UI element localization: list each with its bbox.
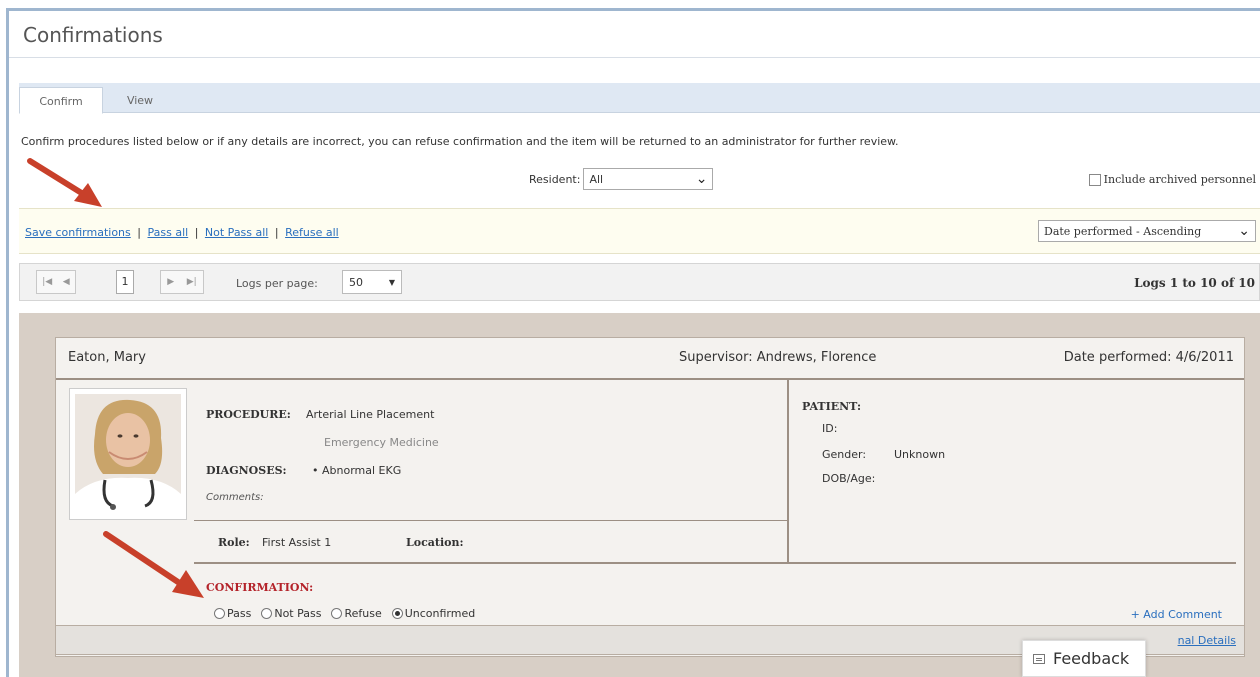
resident-name: Eaton, Mary: [68, 350, 146, 365]
location-label: Location:: [406, 536, 464, 549]
resident-photo: [69, 388, 187, 520]
log-card: Eaton, Mary Supervisor: Andrews, Florenc…: [55, 337, 1245, 657]
resident-filter: Resident: All ⌄: [529, 168, 714, 190]
procedure-specialty: Emergency Medicine: [324, 436, 439, 449]
radio-button[interactable]: [261, 608, 273, 619]
avatar: [75, 394, 181, 514]
comments-label: Comments:: [206, 492, 264, 503]
logs-count: Logs 1 to 10 of 10: [1134, 276, 1255, 290]
pass-all-link[interactable]: Pass all: [147, 226, 188, 239]
red-arrow-icon: [103, 531, 204, 598]
refuse-all-link[interactable]: Refuse all: [285, 226, 339, 239]
patient-gender-label: Gender:: [822, 448, 867, 461]
radio-label: Not Pass: [274, 607, 322, 620]
next-page-icon[interactable]: ▶: [167, 277, 174, 287]
patient-id-label: ID:: [822, 422, 838, 435]
log-card-header: Eaton, Mary Supervisor: Andrews, Florenc…: [56, 338, 1244, 380]
action-bar: Save confirmations | Pass all | Not Pass…: [19, 208, 1260, 254]
page-title: Confirmations: [23, 23, 163, 47]
separator: |: [194, 226, 199, 239]
logs-per-page-label: Logs per page:: [236, 277, 318, 290]
radio-label: Unconfirmed: [404, 607, 476, 620]
caret-down-icon: ▼: [388, 277, 395, 287]
confirmation-options: Pass Not Pass Refuse Unconfirmed: [214, 607, 475, 620]
radio-label: Refuse: [344, 607, 382, 620]
include-archived-label: Include archived personnel: [1103, 173, 1256, 186]
red-arrow-icon: [27, 158, 102, 207]
radio-not-pass[interactable]: Not Pass: [261, 607, 321, 620]
prev-page-icon[interactable]: ◀: [63, 277, 70, 287]
radio-button[interactable]: [331, 608, 343, 619]
divider: [787, 380, 789, 562]
chevron-down-icon: ⌄: [695, 171, 708, 187]
bulk-actions: Save confirmations | Pass all | Not Pass…: [25, 226, 339, 239]
radio-button-selected[interactable]: [391, 608, 403, 619]
feedback-button[interactable]: Feedback: [1022, 640, 1146, 677]
confirmation-label: CONFIRMATION:: [206, 581, 314, 594]
separator: |: [137, 226, 141, 239]
divider: [194, 562, 1236, 564]
radio-button[interactable]: [214, 608, 225, 619]
sort-select[interactable]: Date performed - Ascending ⌄: [1038, 220, 1256, 242]
diagnoses-label: DIAGNOSES:: [206, 464, 287, 477]
feedback-label: Feedback: [1053, 649, 1130, 668]
tab-bar: Confirm View: [19, 83, 1260, 114]
role-value: First Assist 1: [262, 536, 332, 549]
tab-view[interactable]: View: [115, 87, 165, 114]
intro-text: Confirm procedures listed below or if an…: [21, 135, 899, 148]
feedback-icon: [1033, 653, 1045, 664]
title-divider: [9, 57, 1260, 58]
patient-gender-value: Unknown: [894, 448, 946, 461]
procedure-label: PROCEDURE:: [206, 408, 291, 421]
radio-refuse[interactable]: Refuse: [331, 607, 382, 620]
patient-label: PATIENT:: [802, 400, 862, 413]
not-pass-all-link[interactable]: Not Pass all: [205, 226, 268, 239]
pager: |◀ ◀ 1 ▶ ▶| Logs per page: 50 ▼ Logs 1 t…: [19, 263, 1260, 301]
additional-details-link[interactable]: nal Details: [1178, 634, 1236, 647]
role-label: Role:: [218, 536, 250, 549]
sort-select-value: Date performed - Ascending: [1044, 224, 1202, 238]
diagnosis-item: • Abnormal EKG: [312, 464, 402, 477]
date-performed: Date performed: 4/6/2011: [1063, 350, 1234, 365]
resident-select-value: All: [589, 172, 604, 186]
radio-unconfirmed[interactable]: Unconfirmed: [391, 607, 476, 620]
supervisor: Supervisor: Andrews, Florence: [679, 350, 877, 365]
chevron-down-icon: ⌄: [1238, 223, 1250, 239]
first-prev-buttons[interactable]: |◀ ◀: [36, 270, 76, 294]
tab-confirm[interactable]: Confirm: [19, 87, 103, 114]
resident-select[interactable]: All ⌄: [583, 168, 714, 190]
logs-per-page-select[interactable]: 50 ▼: [342, 270, 402, 294]
logs-per-page-value: 50: [349, 275, 363, 289]
log-list: Eaton, Mary Supervisor: Andrews, Florenc…: [19, 313, 1260, 677]
patient-dob-label: DOB/Age:: [822, 472, 876, 485]
include-archived: Include archived personnel: [1088, 173, 1256, 186]
separator: |: [274, 226, 279, 239]
radio-label: Pass: [227, 607, 252, 620]
save-confirmations-link[interactable]: Save confirmations: [25, 226, 131, 239]
include-archived-checkbox[interactable]: [1088, 173, 1101, 186]
next-last-buttons[interactable]: ▶ ▶|: [160, 270, 204, 294]
last-page-icon[interactable]: ▶|: [187, 277, 197, 287]
radio-pass[interactable]: Pass: [214, 607, 251, 620]
resident-label: Resident:: [529, 172, 581, 186]
first-page-icon[interactable]: |◀: [42, 277, 52, 287]
add-comment-link[interactable]: + Add Comment: [1131, 608, 1222, 621]
divider: [194, 520, 787, 521]
page-number[interactable]: 1: [116, 270, 134, 294]
procedure-value: Arterial Line Placement: [306, 408, 435, 421]
